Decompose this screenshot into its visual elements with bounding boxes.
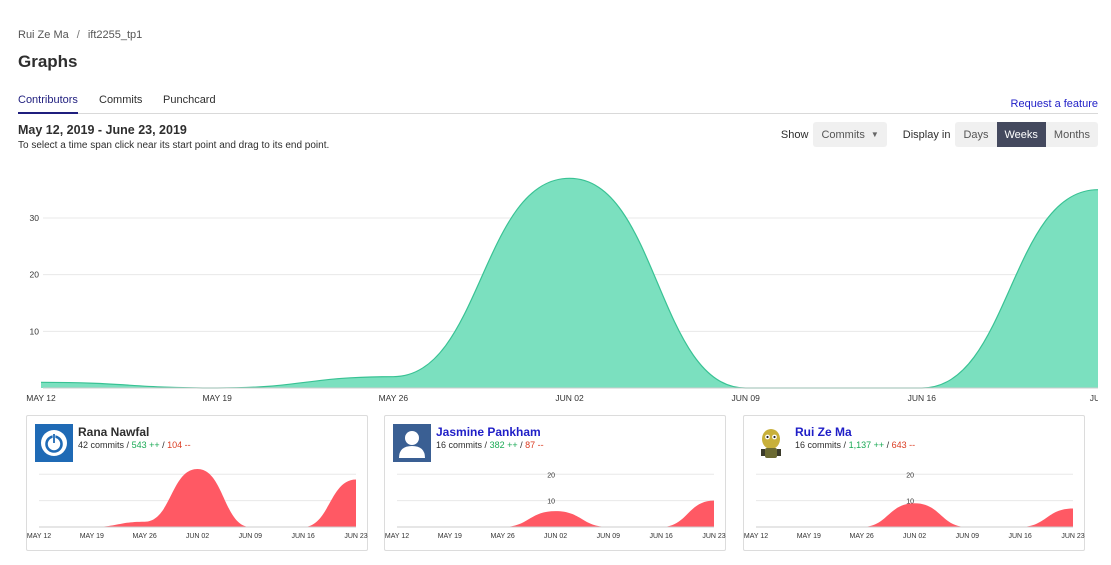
- x-tick-label: MAY 26: [379, 393, 409, 403]
- x-tick-label: JUN 16: [291, 533, 314, 540]
- y-tick-label: 20: [30, 270, 40, 280]
- x-tick-label: JUN 23: [1061, 533, 1084, 540]
- deletions-count: 87 --: [525, 440, 544, 450]
- contributor-stats: 42 commits / 543 ++ / 104 --: [78, 440, 191, 450]
- y-tick-label: 30: [30, 213, 40, 223]
- tab-punchcard[interactable]: Punchcard: [163, 94, 216, 112]
- contributor-stats: 16 commits / 382 ++ / 87 --: [436, 440, 544, 450]
- contributor-stats: 16 commits / 1,137 ++ / 643 --: [795, 440, 915, 450]
- x-tick-label: JUN 23: [702, 533, 725, 540]
- x-tick-label: JUN 02: [903, 533, 926, 540]
- x-tick-label: JUN: [1090, 393, 1098, 403]
- tab-commits[interactable]: Commits: [99, 94, 142, 112]
- display-in-label: Display in: [902, 128, 951, 141]
- power-icon: [35, 424, 73, 462]
- x-tick-label: JUN 16: [908, 393, 937, 403]
- period-weeks-button[interactable]: Weeks: [996, 122, 1046, 147]
- contributions-chart[interactable]: 10 20 30 MAY 12 MAY 19 MAY 26 JUN 02 JUN 09 JUN …: [18, 150, 1098, 410]
- commit-count: 16 commits: [795, 440, 842, 450]
- additions-count: 543 ++: [131, 440, 160, 450]
- x-tick-label: MAY 26: [491, 533, 515, 540]
- contributor-chart: 1020MAY 12MAY 19MAY 26JUN 02JUN 09JUN 16…: [27, 469, 368, 540]
- y-tick-label: 10: [30, 326, 40, 336]
- x-tick-label: MAY 26: [850, 533, 874, 540]
- show-select[interactable]: Commits ▼: [813, 122, 887, 147]
- graph-tabs: Contributors Commits Punchcard Request a…: [18, 88, 1098, 114]
- x-tick-label: JUN 02: [555, 393, 584, 403]
- page-title: Graphs: [18, 52, 78, 71]
- series-area: [41, 178, 1098, 388]
- show-select-value: Commits: [821, 128, 865, 141]
- series-area: [39, 469, 356, 527]
- x-tick-label: MAY 12: [27, 533, 51, 540]
- y-tick-label: 20: [547, 472, 555, 479]
- series-area: [756, 503, 1073, 527]
- x-tick-label: MAY 19: [797, 533, 821, 540]
- breadcrumb: Rui Ze Ma / ift2255_tp1: [18, 29, 142, 41]
- breadcrumb-separator: /: [76, 29, 80, 41]
- x-tick-label: MAY 12: [744, 533, 768, 540]
- x-tick-label: JUN 16: [1008, 533, 1031, 540]
- stats-separator: /: [843, 440, 847, 450]
- period-toggle: Days Weeks Months: [955, 122, 1098, 147]
- show-label: Show: [780, 128, 809, 141]
- contributor-name-link[interactable]: Rui Ze Ma: [795, 425, 852, 439]
- x-tick-label: MAY 26: [133, 533, 157, 540]
- x-tick-label: JUN 09: [731, 393, 760, 403]
- x-tick-label: JUN 23: [344, 533, 367, 540]
- additions-count: 382 ++: [489, 440, 518, 450]
- x-tick-label: JUN 02: [544, 533, 567, 540]
- additions-count: 1,137 ++: [848, 440, 885, 450]
- graph-controls: Show Commits ▼ Display in Days Weeks Mon…: [781, 122, 1098, 147]
- contributor-card-jasmine: Jasmine Pankham 16 commits / 382 ++ / 87…: [384, 415, 726, 551]
- x-tick-label: MAY 19: [438, 533, 462, 540]
- x-tick-label: JUN 09: [956, 533, 979, 540]
- request-feature-link[interactable]: Request a feature: [1011, 98, 1098, 110]
- stats-separator: /: [126, 440, 130, 450]
- deletions-count: 643 --: [891, 440, 916, 450]
- stats-separator: /: [162, 440, 165, 450]
- tab-contributors[interactable]: Contributors: [18, 94, 78, 114]
- character-avatar-icon: [752, 424, 790, 462]
- contributor-card-rana: Rana Nawfal 42 commits / 543 ++ / 104 --…: [26, 415, 368, 551]
- x-tick-label: MAY 19: [80, 533, 104, 540]
- chevron-down-icon: ▼: [870, 130, 879, 139]
- x-tick-label: MAY 12: [385, 533, 409, 540]
- contributor-name-link[interactable]: Jasmine Pankham: [436, 425, 541, 439]
- contributor-chart: 10 20 MAY 12 MAY 19 MAY 26 JUN 02 JUN 09 JUN 16…: [385, 472, 726, 540]
- stats-separator: /: [520, 440, 523, 450]
- contributor-chart: 1020MAY 12MAY 19MAY 26JUN 02JUN 09JUN 16…: [744, 472, 1085, 540]
- deletions-count: 104 --: [167, 440, 191, 450]
- breadcrumb-user-link[interactable]: Rui Ze Ma: [18, 29, 69, 41]
- user-silhouette-icon: [393, 424, 431, 462]
- stats-separator: /: [886, 440, 890, 450]
- contributor-card-ruize: Rui Ze Ma 16 commits / 1,137 ++ / 643 --…: [743, 415, 1085, 551]
- x-tick-label: MAY 19: [202, 393, 232, 403]
- x-tick-label: MAY 12: [26, 393, 56, 403]
- x-tick-label: JUN 09: [239, 533, 262, 540]
- commit-count: 42 commits: [78, 440, 125, 450]
- y-tick-label: 20: [906, 472, 914, 479]
- x-tick-label: JUN 09: [597, 533, 620, 540]
- period-days-button[interactable]: Days: [955, 122, 997, 147]
- period-months-button[interactable]: Months: [1045, 122, 1098, 147]
- y-tick-label: 10: [547, 499, 555, 506]
- commit-count: 16 commits: [436, 440, 483, 450]
- x-tick-label: JUN 02: [186, 533, 209, 540]
- x-tick-label: JUN 16: [649, 533, 672, 540]
- breadcrumb-project-link[interactable]: ift2255_tp1: [88, 29, 142, 41]
- date-range-title: May 12, 2019 - June 23, 2019: [18, 123, 187, 137]
- series-area: [397, 500, 714, 527]
- contributor-name: Rana Nawfal: [78, 425, 150, 439]
- stats-separator: /: [484, 440, 488, 450]
